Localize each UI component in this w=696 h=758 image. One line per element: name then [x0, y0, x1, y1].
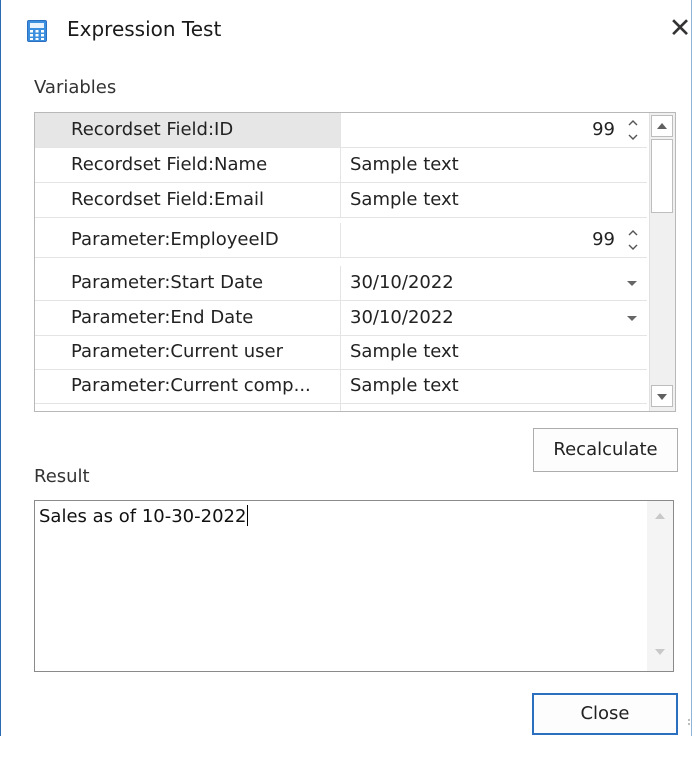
chevron-down-icon[interactable] [627, 281, 637, 286]
close-icon[interactable]: ✕ [666, 14, 694, 44]
row-value: 30/10/2022 [350, 307, 454, 328]
grid-row-recordset-id[interactable]: Recordset Field:ID 99 [35, 113, 647, 148]
dialog-title: Expression Test [67, 17, 222, 41]
row-value: Sample text [350, 341, 459, 362]
grid-row-current-company[interactable]: Parameter:Current comp... Sample text [35, 369, 647, 404]
spin-arrows-icon[interactable] [627, 117, 639, 143]
variables-label: Variables [34, 77, 117, 98]
grid-row-start-date[interactable]: Parameter:Start Date 30/10/2022 [35, 266, 647, 301]
row-value: 99 [592, 119, 615, 140]
row-name: Recordset Field:Name [35, 148, 341, 182]
spin-arrows-icon[interactable] [627, 227, 639, 253]
text-caret [247, 505, 249, 526]
row-value-cell[interactable]: Sample text [342, 183, 647, 217]
row-value-cell[interactable]: 99 [342, 223, 647, 257]
grid-row-employee-id[interactable]: Parameter:EmployeeID 99 [35, 223, 647, 258]
row-value-cell[interactable]: Sample text [342, 335, 647, 369]
variables-grid: Recordset Field:ID 99 Recordset Field:Na… [34, 112, 676, 412]
row-name: Parameter:Current user [35, 335, 341, 369]
calculator-icon [27, 20, 47, 42]
result-value: Sales as of 10-30-2022 [39, 506, 247, 527]
row-value-cell[interactable]: 99 [342, 113, 647, 147]
row-name: Parameter:Last Login [35, 403, 341, 411]
result-text: Sales as of 10-30-2022 [39, 505, 249, 527]
resize-grip-icon[interactable] [686, 718, 692, 728]
scroll-thumb[interactable] [651, 139, 673, 213]
grid-row-end-date[interactable]: Parameter:End Date 30/10/2022 [35, 301, 647, 336]
row-value: 30/10/2022 [350, 403, 454, 411]
scroll-up-button[interactable] [651, 115, 673, 137]
row-value: Sample text [350, 154, 459, 175]
chevron-down-icon[interactable] [627, 316, 637, 321]
row-value: 99 [592, 229, 615, 250]
row-value-cell[interactable]: 30/10/2022 [342, 301, 647, 335]
row-name: Recordset Field:Email [35, 183, 341, 217]
row-value-cell[interactable]: 30/10/2022 [342, 266, 647, 300]
arrow-up-icon [657, 123, 667, 129]
arrow-down-icon [657, 394, 667, 400]
scroll-down-button[interactable] [651, 385, 673, 407]
title-bar: Expression Test ✕ [1, 0, 691, 60]
row-value-cell[interactable]: 30/10/2022 [342, 403, 647, 411]
row-name: Parameter:End Date [35, 301, 341, 335]
row-value: Sample text [350, 189, 459, 210]
row-value-cell[interactable]: Sample text [342, 148, 647, 182]
result-textarea[interactable]: Sales as of 10-30-2022 [34, 500, 674, 672]
arrow-down-icon [655, 649, 665, 655]
row-name: Parameter:Current comp... [35, 369, 341, 403]
grid-row-recordset-email[interactable]: Recordset Field:Email Sample text [35, 183, 647, 218]
close-button[interactable]: Close [532, 693, 678, 735]
arrow-up-icon [655, 513, 665, 519]
row-value: Sample text [350, 375, 459, 396]
expression-test-dialog: Expression Test ✕ Variables Recordset Fi… [0, 0, 692, 736]
grid-row-current-user[interactable]: Parameter:Current user Sample text [35, 335, 647, 370]
row-value: 30/10/2022 [350, 272, 454, 293]
row-name: Parameter:Start Date [35, 266, 341, 300]
row-name: Parameter:EmployeeID [35, 223, 341, 257]
grid-row-partial[interactable]: Parameter:Last Login 30/10/2022 [35, 403, 647, 411]
recalculate-button[interactable]: Recalculate [533, 428, 678, 472]
result-label: Result [34, 466, 90, 487]
row-value-cell[interactable]: Sample text [342, 369, 647, 403]
result-scrollbar[interactable] [647, 501, 673, 671]
row-name: Recordset Field:ID [35, 113, 341, 147]
grid-row-recordset-name[interactable]: Recordset Field:Name Sample text [35, 148, 647, 183]
variables-scrollbar[interactable] [649, 113, 675, 411]
